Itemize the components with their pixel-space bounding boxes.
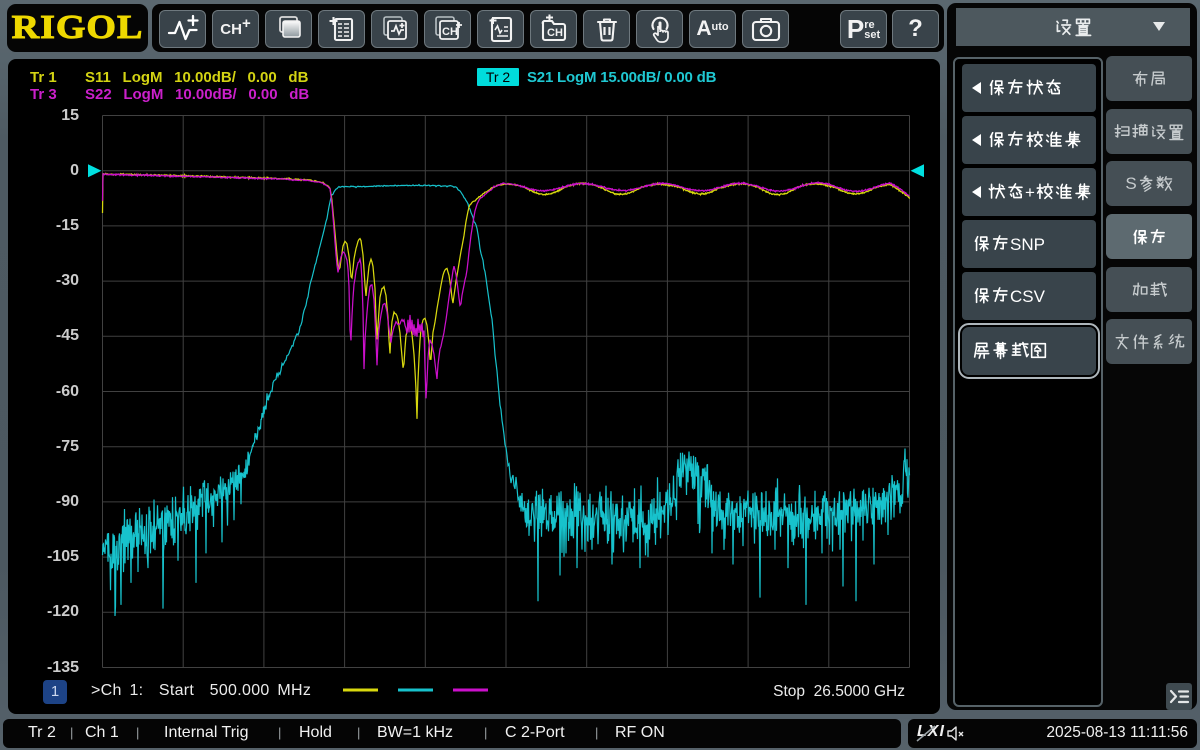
svg-text:CH: CH [442, 26, 458, 38]
svg-text:CH: CH [547, 27, 563, 39]
